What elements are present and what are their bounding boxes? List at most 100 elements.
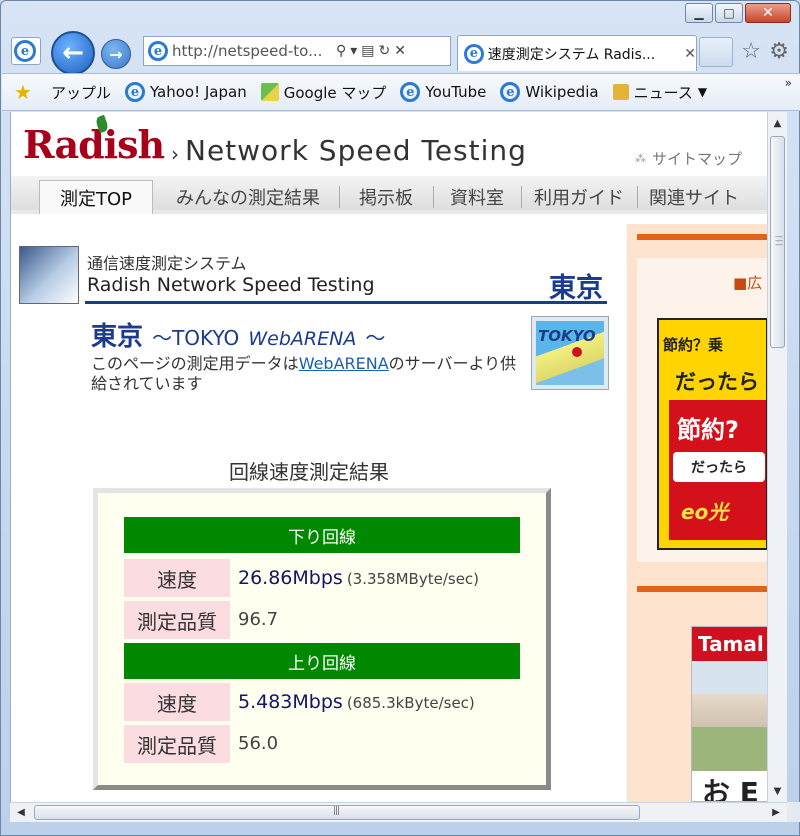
favorite-youtube[interactable]: e YouTube — [400, 82, 486, 102]
ad-text: 節約？乗 — [663, 336, 724, 354]
back-button[interactable]: ← — [51, 31, 95, 75]
new-tab-button[interactable] — [699, 37, 733, 67]
chevron-right-icon: › — [171, 142, 179, 166]
ie-icon: e — [11, 37, 41, 65]
desc-text: このページの測定用データは — [91, 354, 299, 373]
chevron-down-icon: ▼ — [697, 85, 708, 99]
menu-divider — [433, 186, 434, 208]
ad-label: ■広 — [733, 274, 763, 292]
dropdown-arrow-icon[interactable]: ▾ — [350, 43, 357, 59]
forward-button[interactable]: → — [101, 39, 131, 69]
tokyo-map-label: TOKYO — [538, 327, 596, 345]
menu-divider — [637, 186, 638, 208]
address-text[interactable]: http://netspeed-to... — [172, 42, 332, 60]
ad-bubble: だったら — [673, 452, 765, 482]
ie-page-icon: e — [400, 82, 421, 102]
sitemap-icon: ⁂ — [635, 152, 646, 165]
menu-item-results[interactable]: みんなの測定結果 — [163, 180, 333, 214]
tab-title[interactable]: 速度測定システム Radis... — [488, 44, 681, 64]
ad-brand-logo: eo光 — [681, 500, 729, 524]
location-info: 東京 ～TOKYO WebARENA ～ このページの測定用データはWebARE… — [91, 316, 611, 396]
eo-hikari-ad-banner[interactable]: 節約？乗 だったら 節約? だったら eo光 — [657, 318, 767, 550]
menu-divider — [521, 186, 522, 208]
download-speed-bytes: (3.358MByte/sec) — [346, 570, 480, 588]
google-maps-icon — [260, 83, 279, 101]
scroll-left-arrow-icon[interactable]: ◀ — [12, 803, 30, 822]
favorite-label: Google マップ — [283, 83, 387, 102]
search-icon[interactable]: ⚲ — [336, 43, 346, 59]
upload-header: 上り回線 — [124, 643, 520, 679]
scroll-right-arrow-icon[interactable]: ▶ — [767, 803, 785, 822]
location-tilde: ～ — [365, 326, 386, 350]
upload-quality: 56.0 — [238, 733, 279, 754]
scroll-up-arrow-icon[interactable]: ▲ — [768, 114, 787, 132]
favorite-news-folder[interactable]: ニュース ▼ — [612, 82, 708, 103]
site-header: Radish › Network Speed Testing ⁂ サイトマップ — [11, 112, 767, 176]
vertical-scroll-thumb[interactable]: — — — — [770, 136, 785, 348]
result-panel: 下り回線 速度 26.86Mbps (3.358MByte/sec) 測定品質 … — [93, 488, 551, 790]
vertical-scrollbar[interactable]: ▲ — — — ▼ — [767, 112, 787, 802]
refresh-icon[interactable]: ↻ — [379, 43, 391, 59]
scroll-grip-icon: ||| — [333, 806, 340, 816]
favorite-wikipedia[interactable]: e Wikipedia — [500, 82, 599, 102]
scroll-grip-icon: — — — — [775, 232, 783, 249]
site-title: Network Speed Testing — [185, 134, 527, 167]
download-speed-label: 速度 — [124, 559, 230, 597]
folder-icon — [612, 84, 629, 100]
main-menu: 測定TOP みんなの測定結果 掲示板 資料室 利用ガイド 関連サイト — [11, 176, 767, 214]
scroll-down-arrow-icon[interactable]: ▼ — [768, 782, 787, 800]
compatibility-icon[interactable]: ▤ — [361, 43, 374, 59]
favorite-google-maps[interactable]: Google マップ — [260, 82, 387, 103]
network-system-icon — [19, 246, 79, 304]
radish-logo[interactable]: Radish — [23, 122, 165, 167]
system-name: Radish Network Speed Testing — [87, 274, 375, 296]
horizontal-scrollbar[interactable]: ◀ ||| ▶ — [10, 802, 787, 822]
sitemap-link[interactable]: ⁂ サイトマップ — [635, 148, 742, 169]
location-description: このページの測定用データはWebARENAのサーバーより供給されています — [91, 354, 521, 394]
horizontal-scroll-thumb[interactable]: ||| — [34, 805, 640, 820]
scroll-corner — [787, 802, 800, 822]
favorite-apple[interactable]: アップル — [46, 82, 111, 103]
house-photo — [692, 661, 767, 771]
maximize-button[interactable]: □ — [715, 3, 743, 23]
menu-item-library[interactable]: 資料室 — [439, 180, 515, 214]
stop-icon[interactable]: ✕ — [394, 43, 406, 59]
window-controls: ▁ □ ✕ — [685, 3, 791, 23]
minimize-button[interactable]: ▁ — [685, 3, 713, 23]
favorites-star-icon[interactable]: ☆ — [741, 39, 761, 64]
favorites-add-icon[interactable]: ★ — [14, 80, 32, 104]
ad-text: お E — [702, 776, 759, 802]
download-quality-value: 96.7 — [238, 601, 278, 639]
ie-page-icon: e — [148, 41, 168, 61]
menu-item-top[interactable]: 測定TOP — [39, 180, 153, 214]
download-quality-label: 測定品質 — [124, 601, 230, 639]
sidebar-divider — [637, 586, 767, 592]
ad-text: だったら — [675, 370, 759, 394]
menu-item-board[interactable]: 掲示板 — [345, 180, 427, 214]
system-city: 東京 — [549, 273, 603, 304]
favorites-bar: ★ アップル e Yahoo! Japan Google マップ e YouTu… — [2, 73, 800, 111]
page-viewport: Radish › Network Speed Testing ⁂ サイトマップ … — [10, 112, 767, 802]
ie-page-icon: e — [464, 43, 484, 64]
ie-page-icon: e — [500, 82, 521, 102]
favorite-yahoo[interactable]: e Yahoo! Japan — [124, 82, 247, 102]
tab-close-icon[interactable]: ✕ — [684, 46, 696, 62]
gear-icon[interactable]: ⚙ — [769, 39, 789, 64]
address-bar[interactable]: e http://netspeed-to... ⚲ ▾ ▤ ↻ ✕ — [143, 36, 451, 66]
webarena-link[interactable]: WebARENA — [299, 354, 389, 373]
more-favorites-icon[interactable]: » — [785, 76, 792, 90]
download-speed: 26.86Mbps — [238, 567, 343, 589]
navigation-bar: e ← → e http://netspeed-to... ⚲ ▾ ▤ ↻ ✕ … — [9, 31, 791, 75]
upload-quality-label: 測定品質 — [124, 725, 230, 763]
location-server: WebARENA — [248, 328, 357, 350]
location-city: 東京 — [91, 322, 144, 352]
tab-active[interactable]: e 速度測定システム Radis... ✕ — [457, 35, 697, 71]
sitemap-label: サイトマップ — [652, 150, 743, 168]
location-title: 東京 ～TOKYO WebARENA ～ — [91, 316, 385, 353]
tamahome-ad-banner[interactable]: Tamal お E — [691, 626, 767, 802]
menu-divider — [339, 186, 340, 208]
menu-item-links[interactable]: 関連サイト — [643, 180, 745, 214]
ad-panel: ■広 節約？乗 だったら 節約? だったら eo光 — [637, 258, 767, 562]
close-window-button[interactable]: ✕ — [745, 3, 791, 23]
menu-item-guide[interactable]: 利用ガイド — [527, 180, 631, 214]
